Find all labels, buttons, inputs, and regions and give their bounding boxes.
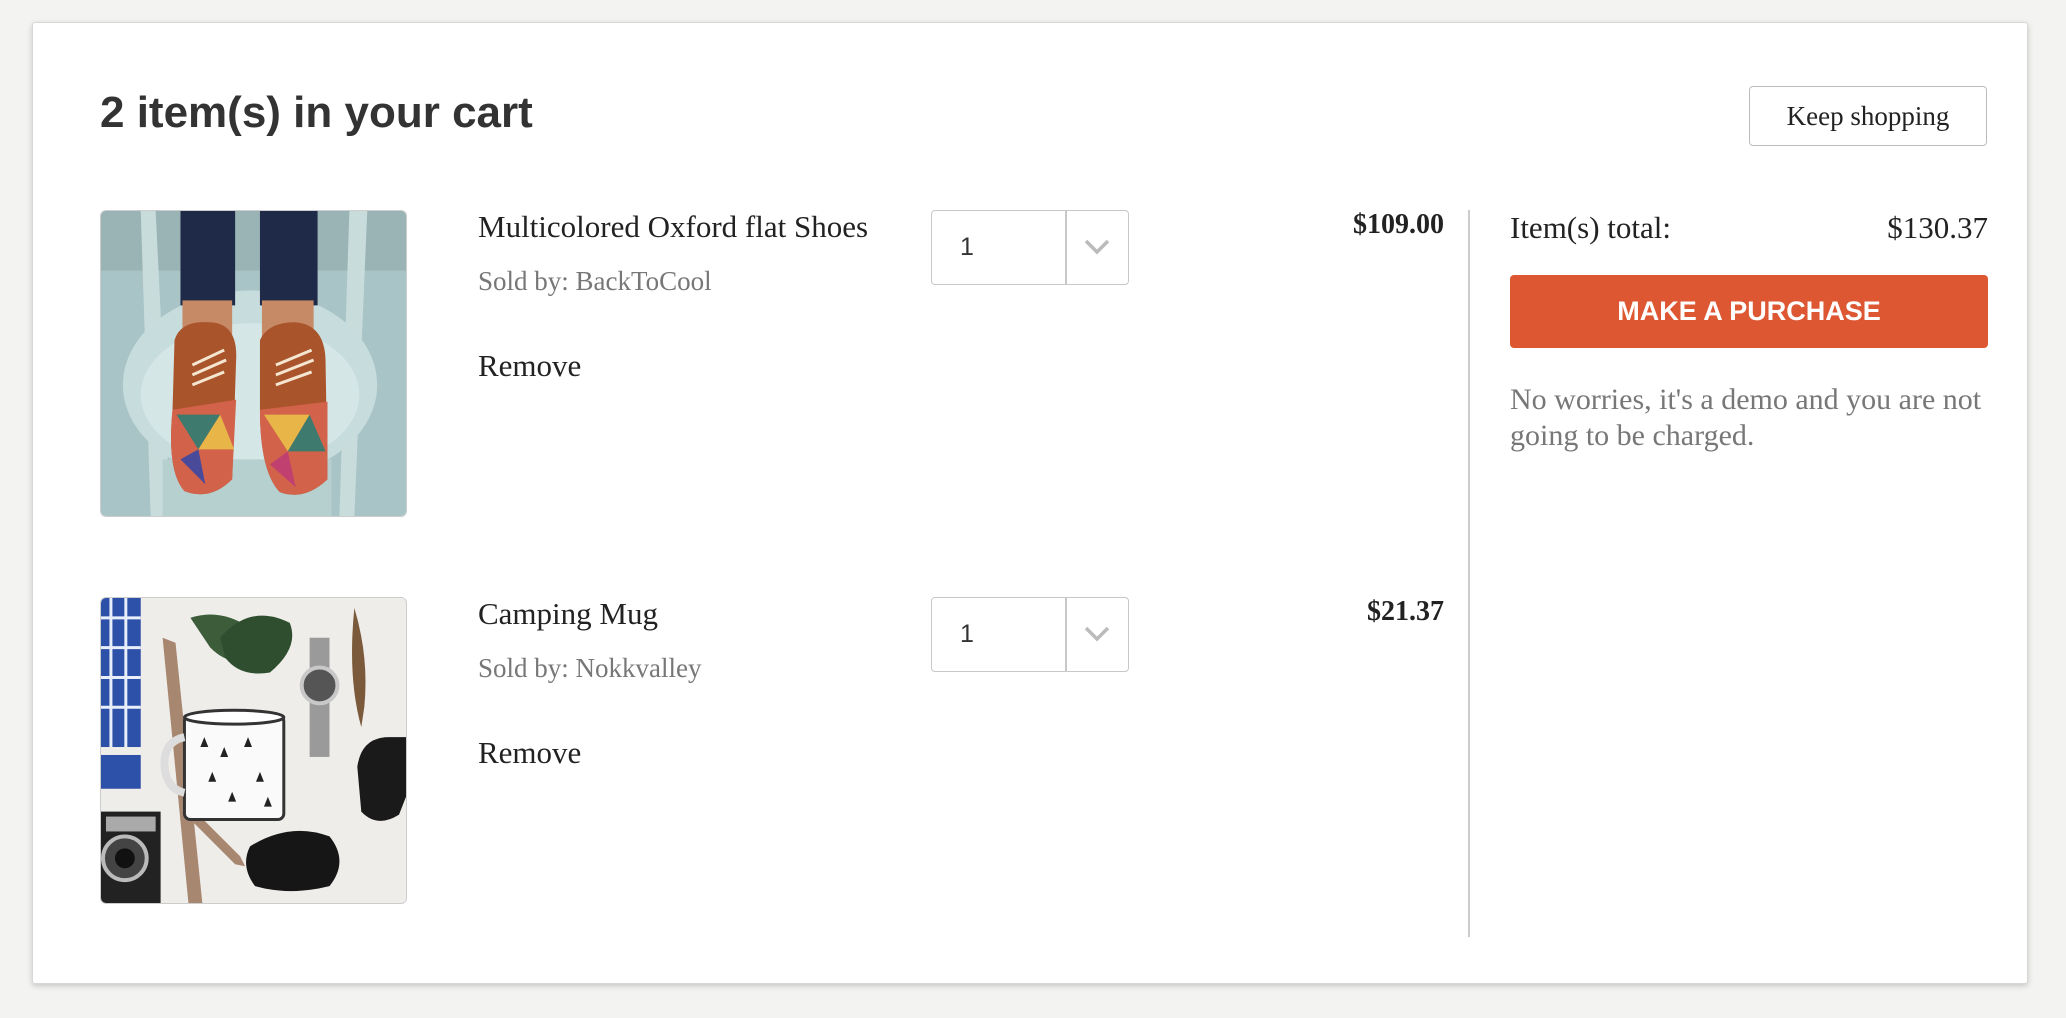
item-price: $21.37 (1367, 596, 1444, 627)
cart-panel: 2 item(s) in your cart Keep shopping Mul… (32, 22, 2028, 984)
select-divider (1065, 598, 1067, 671)
keep-shopping-button[interactable]: Keep shopping (1749, 86, 1987, 146)
demo-note: No worries, it's a demo and you are not … (1510, 383, 1982, 452)
cart-item: Camping Mug Sold by: Nokkvalley Remove 1… (33, 596, 1453, 907)
seller-label: Sold by: BackToCool (478, 266, 712, 296)
seller-label: Sold by: Nokkvalley (478, 653, 702, 683)
page-title: 2 item(s) in your cart (100, 88, 533, 137)
remove-button[interactable]: Remove (478, 735, 581, 771)
product-name[interactable]: Camping Mug (478, 596, 658, 632)
product-image-shoes[interactable] (100, 210, 407, 517)
chevron-down-icon (1084, 626, 1110, 642)
quantity-select[interactable]: 1 (931, 597, 1129, 672)
product-name[interactable]: Multicolored Oxford flat Shoes (478, 209, 868, 245)
make-purchase-button[interactable]: MAKE A PURCHASE (1510, 275, 1988, 348)
quantity-value: 1 (960, 233, 974, 261)
remove-button[interactable]: Remove (478, 348, 581, 384)
total-label: Item(s) total: (1510, 210, 1671, 245)
product-image-mug[interactable] (100, 597, 407, 904)
cart-item: Multicolored Oxford flat Shoes Sold by: … (33, 209, 1453, 520)
quantity-select[interactable]: 1 (931, 210, 1129, 285)
item-price: $109.00 (1353, 209, 1444, 240)
mug-photo-icon (101, 598, 406, 903)
total-value: $130.37 (1887, 210, 1988, 245)
shoes-photo-icon (101, 211, 406, 516)
quantity-value: 1 (960, 620, 974, 648)
column-divider (1468, 210, 1470, 937)
select-divider (1065, 211, 1067, 284)
chevron-down-icon (1084, 239, 1110, 255)
